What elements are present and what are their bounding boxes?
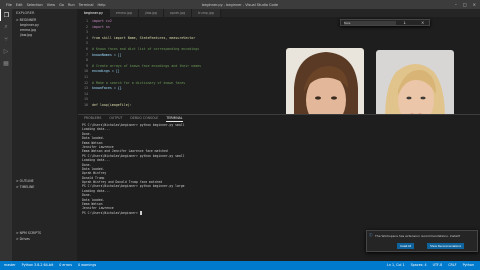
status-warnings[interactable]: 0 warnings bbox=[78, 261, 96, 270]
find-close-icon[interactable]: × bbox=[421, 20, 424, 25]
tab-beginner-py[interactable]: beginner.py bbox=[78, 9, 110, 17]
line-number: 9 bbox=[86, 63, 88, 68]
code-line[interactable]: 7 knownNames = [] bbox=[78, 53, 122, 58]
status-interpreter[interactable]: Python 3.8.2 64-bit bbox=[22, 261, 54, 270]
status-branch[interactable]: master bbox=[4, 261, 16, 270]
status-encoding[interactable]: UTF-8 bbox=[433, 261, 443, 270]
code-line[interactable]: 15 bbox=[78, 97, 92, 102]
tab-oprah-jpg[interactable]: oprah.jpg bbox=[163, 9, 193, 17]
code-line[interactable]: 16 def loop(imageFile): bbox=[78, 103, 132, 108]
activity-bar: ❐ ⌕ ⑂ ▷ ▦ bbox=[0, 9, 12, 261]
status-eol[interactable]: CRLF bbox=[448, 261, 456, 270]
status-indent[interactable]: Spaces: 4 bbox=[411, 261, 427, 270]
code-line[interactable]: 13 knownFaces = {} bbox=[78, 86, 122, 91]
code-line[interactable]: 3 bbox=[78, 30, 92, 35]
code-text: # Create arrays of known face encodings … bbox=[92, 63, 202, 68]
line-number: 14 bbox=[84, 91, 88, 96]
code-line[interactable]: 9 # Create arrays of known face encodings… bbox=[78, 64, 201, 69]
line-number: 3 bbox=[86, 30, 88, 35]
minimize-icon[interactable]: – bbox=[455, 2, 457, 7]
terminal-cursor bbox=[139, 211, 142, 215]
tab-terminal[interactable]: TERMINAL bbox=[166, 115, 183, 122]
line-number: 13 bbox=[84, 86, 88, 91]
code-text: encodings = [] bbox=[92, 69, 120, 74]
notification-toast: ⓘ The Workspace has extension recommenda… bbox=[366, 230, 478, 252]
title-bar: File Edit Selection View Go Run Terminal… bbox=[0, 0, 480, 9]
line-number: 6 bbox=[86, 47, 88, 51]
tab-problems[interactable]: PROBLEMS bbox=[84, 115, 101, 122]
code-text: def loop(imageFile): bbox=[92, 103, 132, 107]
code-line[interactable]: 12 # Make a search for a dictionary of kn… bbox=[78, 81, 185, 86]
show-recommendations-button[interactable]: Show Recommendations bbox=[427, 243, 465, 249]
line-number: 15 bbox=[84, 97, 88, 102]
status-errors[interactable]: 0 errors bbox=[59, 261, 72, 270]
line-number: 8 bbox=[86, 58, 88, 63]
run-debug-icon[interactable]: ▷ bbox=[0, 45, 12, 57]
terminal-output[interactable]: PS C:\Users\Nicholas\beginner> python be… bbox=[82, 123, 184, 215]
find-widget: ↓ × bbox=[340, 19, 430, 26]
code-text: # Make a search for a dictionary of know… bbox=[92, 80, 186, 85]
code-line[interactable]: 5 bbox=[78, 41, 92, 46]
explorer-icon[interactable]: ❐ bbox=[0, 9, 12, 21]
editor-tabs: beginner.py emma.jpg jlaw.jpg oprah.jpg … bbox=[78, 9, 480, 17]
line-number: 11 bbox=[84, 75, 88, 79]
code-line[interactable]: 10 encodings = [] bbox=[78, 69, 120, 74]
tab-debug-console[interactable]: DEBUG CONSOLE bbox=[130, 115, 158, 122]
line-number: 2 bbox=[86, 24, 88, 29]
code-text: from skill import Name, StateFeatures, m… bbox=[92, 35, 196, 40]
search-icon[interactable]: ⌕ bbox=[0, 21, 12, 33]
line-number: 10 bbox=[84, 69, 88, 74]
code-text: # Known faces and dict list of correspon… bbox=[92, 47, 200, 51]
panel-tabs: PROBLEMS OUTPUT DEBUG CONSOLE TERMINAL bbox=[78, 115, 480, 122]
info-icon: ⓘ bbox=[369, 233, 373, 237]
code-line[interactable]: 2 import os bbox=[78, 25, 110, 30]
status-bar: master Python 3.8.2 64-bit 0 errors 0 wa… bbox=[0, 261, 480, 270]
extensions-icon[interactable]: ▦ bbox=[0, 57, 12, 69]
line-number: 16 bbox=[84, 103, 88, 107]
code-line[interactable]: 6 # Known faces and dict list of correspo… bbox=[78, 47, 199, 52]
sidebar-header: EXPLORER bbox=[16, 11, 35, 15]
find-next-icon[interactable]: ↓ bbox=[403, 20, 406, 25]
line-number: 1 bbox=[86, 19, 88, 23]
tab-emma-jpg[interactable]: emma.jpg bbox=[109, 9, 139, 17]
code-text: knownNames = [] bbox=[92, 52, 122, 57]
notification-message: The Workspace has extension recommendati… bbox=[375, 234, 461, 238]
find-input[interactable] bbox=[344, 21, 396, 25]
tab-output[interactable]: OUTPUT bbox=[109, 115, 122, 122]
line-number: 5 bbox=[86, 41, 88, 46]
close-icon[interactable]: × bbox=[473, 2, 476, 7]
line-number: 7 bbox=[86, 52, 88, 57]
tab-trump-jpg[interactable]: trump.jpg bbox=[192, 9, 221, 17]
code-line[interactable]: 11 bbox=[78, 75, 92, 80]
code-text: knownFaces = {} bbox=[92, 86, 122, 91]
maximize-icon[interactable]: □ bbox=[463, 2, 467, 7]
tab-jlaw-jpg[interactable]: jlaw.jpg bbox=[138, 9, 164, 17]
install-all-button[interactable]: Install All bbox=[397, 243, 415, 249]
code-line[interactable]: 4 from skill import Name, StateFeatures, … bbox=[78, 36, 195, 41]
code-text: import os bbox=[92, 24, 110, 29]
explorer-sidebar: EXPLORER > BEGINNER beginner.py emma.jpg… bbox=[12, 9, 78, 261]
source-control-icon[interactable]: ⑂ bbox=[0, 33, 12, 45]
window-title: beginner.py - beginner - Visual Studio C… bbox=[201, 2, 279, 7]
code-line[interactable]: 1 import cv2 bbox=[78, 19, 112, 24]
status-language[interactable]: Python bbox=[463, 261, 474, 270]
line-number: 12 bbox=[84, 80, 88, 85]
code-line[interactable]: 14 bbox=[78, 92, 92, 97]
line-number: 4 bbox=[86, 35, 88, 40]
code-line[interactable]: 8 bbox=[78, 58, 92, 63]
section-drives[interactable]: > Drives bbox=[12, 236, 77, 242]
terminal-line: PS C:\Users\Nicholas\beginner> bbox=[82, 210, 142, 215]
code-text: import cv2 bbox=[92, 19, 112, 23]
status-cursor-pos[interactable]: Ln 1, Col 1 bbox=[387, 261, 405, 270]
